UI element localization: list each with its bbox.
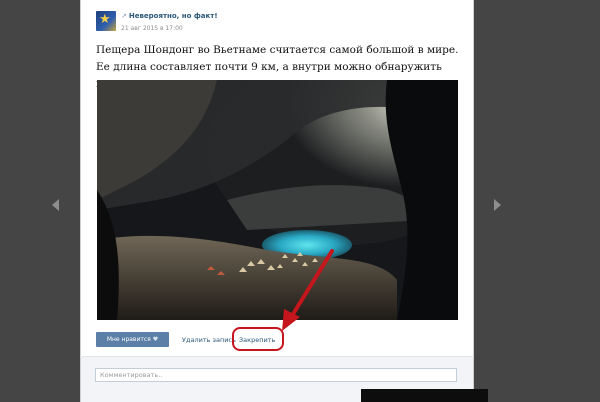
delete-post-link[interactable]: Удалить запись [182, 336, 236, 344]
comment-input[interactable]: Комментировать.. [95, 368, 457, 382]
red-arrow-annotation [282, 249, 334, 331]
background-photo-edge [361, 389, 488, 402]
heart-icon: ♥ [152, 336, 159, 343]
like-button[interactable]: Мне нравится ♥ [96, 332, 169, 347]
external-link-icon: ↗ [121, 12, 127, 20]
chevron-right-icon[interactable] [494, 199, 501, 211]
post-author-link[interactable]: ↗ Невероятно, но факт! [121, 12, 218, 20]
post-date[interactable]: 21 авг 2015 в 17:00 [121, 25, 183, 32]
community-avatar[interactable]: ★ [96, 11, 116, 31]
post-author-name[interactable]: Невероятно, но факт! [129, 12, 218, 20]
chevron-left-icon[interactable] [52, 199, 59, 211]
like-button-label: Мне нравится [106, 336, 151, 343]
